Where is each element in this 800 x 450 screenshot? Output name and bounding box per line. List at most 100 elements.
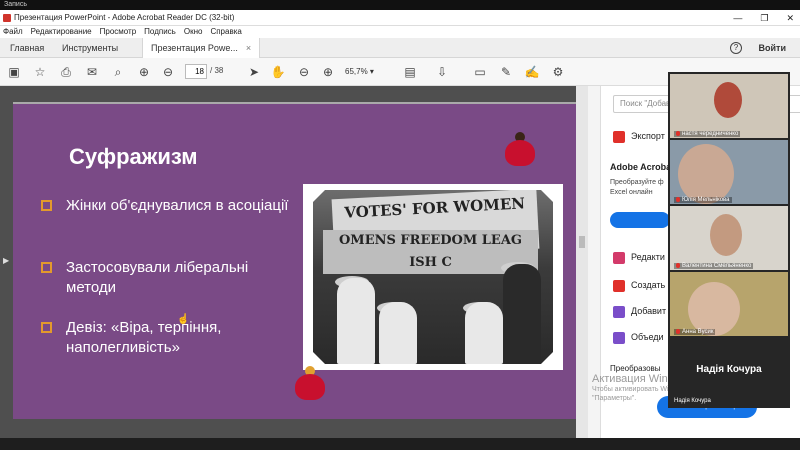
hand-cursor-icon: ☝ [177,314,190,325]
video-tile[interactable]: настя чередниченко [670,74,788,138]
tool-label: Создать [631,280,666,290]
page-up-icon[interactable]: ⊕ [136,64,152,80]
bookmark-star-icon[interactable]: ☆ [32,64,48,80]
presentation-slide: Суфражизм Жінки об'єднувалися в асоціаці… [13,102,577,419]
photo-corner [303,184,331,212]
mic-muted-icon [676,130,680,136]
search-zoom-icon[interactable]: ⌕ [110,64,126,80]
recording-indicator: Запись [0,0,800,10]
vertical-scrollbar[interactable] [576,86,588,438]
minimize-button[interactable]: — [733,10,742,26]
document-viewport[interactable]: ▶ Суфражизм Жінки об'єднувалися в асоціа… [0,86,588,438]
signin-button[interactable]: Войти [759,38,786,58]
participant-name: настя чередниченко [674,130,741,137]
menu-help[interactable]: Справка [210,26,241,38]
left-panel-arrow-icon[interactable]: ▶ [3,256,9,265]
photo-woman [337,278,375,364]
dancer-sticker [295,366,325,400]
edit-pdf-icon [613,251,625,264]
sign-icon[interactable]: ✍ [524,64,540,80]
active-speaker-name: Надія Кочура [696,364,762,375]
window-titlebar: Презентация PowerPoint - Adobe Acrobat R… [0,10,800,26]
bullet-square-icon [41,322,52,333]
menu-window[interactable]: Окно [184,26,203,38]
dancer-dress [505,140,535,166]
participant-image [714,82,742,118]
tool-edit-pdf[interactable]: Редакти [613,250,665,264]
tool-comment[interactable]: Добавит [613,304,666,318]
participant-image [678,144,734,204]
hand-pan-icon[interactable]: ✋ [270,64,286,80]
photo-corner [535,184,563,212]
participant-name-text: Валентина Смельяненко [682,263,752,269]
video-call-panel: настя чередниченко Юлія Мельнікова Вален… [668,72,790,408]
page-down-icon[interactable]: ⊖ [160,64,176,80]
scroll-thumb[interactable] [579,236,585,248]
promo-button[interactable] [610,212,670,228]
bottom-strip [0,438,800,450]
print-icon[interactable]: ⎙ [58,64,74,80]
acrobat-icon [3,14,11,22]
scroll-mode-icon[interactable]: ⇩ [434,64,450,80]
participant-name-text: настя чередниченко [682,131,739,137]
dancer-dress [295,374,325,400]
tab-bar: Главная Инструменты Презентация Powe... ×… [0,38,800,58]
mic-muted-icon [676,262,680,268]
page-number-input[interactable]: 18 [185,64,207,79]
photo-woman [465,302,503,364]
create-pdf-icon [613,279,625,292]
tool-label: Добавит [631,306,667,316]
help-icon[interactable]: ? [730,42,742,54]
participant-name: Анна Вусик [674,328,716,335]
tool-export-pdf[interactable]: Экспорт [613,129,665,143]
pen-icon[interactable]: ✎ [498,64,514,80]
mic-muted-icon [676,196,680,202]
participant-name-text: Юлія Мельнікова [682,197,730,203]
tool-label: Экспорт [631,131,665,141]
select-cursor-icon[interactable]: ➤ [246,64,262,80]
promo-title: Adobe Acrobat [610,162,675,172]
window-title: Презентация PowerPoint - Adobe Acrobat R… [14,13,235,22]
comment-tool-icon [613,305,625,318]
zoom-select[interactable]: 65,7% ▾ [345,64,387,79]
slide-title: Суфражизм [69,144,198,169]
participant-name-text: Анна Вусик [682,329,714,335]
mic-muted-icon [676,328,680,334]
tab-document-label: Презентация Powe... [151,43,238,53]
photo-corner [535,342,563,370]
maximize-button[interactable]: ❐ [760,10,768,26]
tab-close-icon[interactable]: × [246,43,251,53]
chevron-down-icon: ▾ [369,67,374,76]
tool-combine[interactable]: Объеди [613,330,664,344]
promo-description: Преобразуйте ф Excel онлайн [610,179,664,196]
tool-label: Редакти [631,252,665,262]
photo-banner-line: OMENS FREEDOM LEAG [338,233,523,248]
email-icon[interactable]: ✉ [84,64,100,80]
close-button[interactable]: ✕ [786,10,794,26]
menu-edit[interactable]: Редактирование [31,26,92,38]
video-tile[interactable]: Анна Вусик [670,272,788,336]
video-tile[interactable]: Юлія Мельнікова [670,140,788,204]
save-icon[interactable]: ▣ [6,64,22,80]
photo-woman [379,302,417,364]
tab-document[interactable]: Презентация Powe... × [142,38,261,58]
zoom-in-icon[interactable]: ⊕ [320,64,336,80]
bullet-square-icon [41,262,52,273]
zoom-out-icon[interactable]: ⊖ [296,64,312,80]
page-total: / 38 [210,66,224,75]
menu-file[interactable]: Файл [3,26,23,38]
combine-files-icon [613,331,625,344]
tab-home[interactable]: Главная [10,38,44,58]
menu-view[interactable]: Просмотр [100,26,137,38]
participant-name: Юлія Мельнікова [674,196,732,203]
menu-sign[interactable]: Подпись [144,26,176,38]
bullet-text: Жінки об'єднувалися в асоціації [66,197,289,214]
tab-tools[interactable]: Инструменты [62,38,118,58]
participant-name: Валентина Смельяненко [674,262,754,269]
fit-page-icon[interactable]: ▤ [402,64,418,80]
bullet-square-icon [41,200,52,211]
more-tools-icon[interactable]: ⚙ [550,64,566,80]
tool-create-pdf[interactable]: Создать [613,278,665,292]
video-tile[interactable]: Валентина Смельяненко [670,206,788,270]
comment-icon[interactable]: ▭ [472,64,488,80]
